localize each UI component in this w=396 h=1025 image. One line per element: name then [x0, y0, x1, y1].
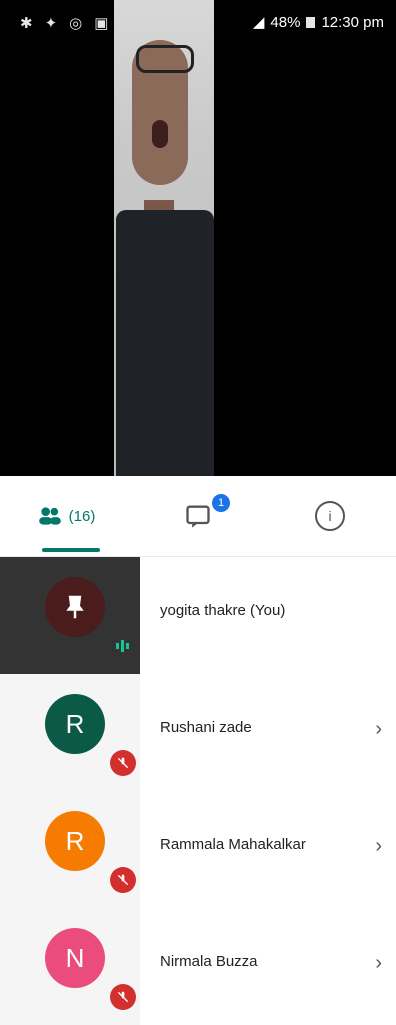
- chevron-right-icon[interactable]: ›: [375, 952, 382, 975]
- tab-people[interactable]: (16): [0, 476, 132, 556]
- avatar-area: [0, 557, 140, 674]
- avatar: N: [45, 928, 105, 988]
- list-item[interactable]: yogita thakre (You): [0, 557, 396, 674]
- pin-icon: [66, 595, 84, 619]
- chevron-right-icon[interactable]: ›: [375, 835, 382, 858]
- battery-percent: 48%: [270, 13, 301, 31]
- list-item[interactable]: R Rammala Mahakalkar ›: [0, 791, 396, 908]
- participants-list: yogita thakre (You) R Rushani zade › R R…: [0, 557, 396, 1025]
- avatar: R: [45, 694, 105, 754]
- tab-chat[interactable]: 1: [132, 476, 264, 556]
- video-feed-area: ✱ ✦ ◎ ▣ ◢ 48% 12:30 pm: [0, 0, 396, 476]
- message-icon: ▣: [94, 15, 109, 32]
- avatar-initial: R: [65, 825, 85, 856]
- battery-icon: [306, 16, 316, 28]
- avatar-area: R: [0, 791, 140, 908]
- people-icon: [37, 503, 63, 529]
- avatar-area: R: [0, 674, 140, 791]
- participant-name: Nirmala Buzza: [160, 953, 258, 970]
- avatar-initial: N: [65, 942, 85, 973]
- status-icons-left: ✱ ✦ ◎ ▣: [20, 14, 108, 32]
- chevron-right-icon[interactable]: ›: [375, 718, 382, 741]
- participant-name: yogita thakre (You): [160, 602, 286, 619]
- mic-off-icon: [110, 750, 136, 776]
- list-item[interactable]: R Rushani zade ›: [0, 674, 396, 791]
- participant-name: Rammala Mahakalkar: [160, 836, 306, 853]
- avatar: R: [45, 811, 105, 871]
- list-item[interactable]: N Nirmala Buzza ›: [0, 908, 396, 1025]
- video-person-glasses: [136, 45, 194, 73]
- people-count: (16): [68, 507, 96, 525]
- chat-icon: [184, 502, 212, 530]
- avatar-area: N: [0, 908, 140, 1025]
- avatar: [45, 577, 105, 637]
- tab-bar: (16) 1 i: [0, 476, 396, 557]
- location-icon: ✦: [44, 15, 58, 32]
- speaking-indicator-icon: [110, 633, 136, 659]
- mic-off-icon: [110, 867, 136, 893]
- status-icons-right: ◢ 48% 12:30 pm: [252, 13, 384, 32]
- video-person-mouth: [152, 120, 168, 148]
- participant-name: Rushani zade: [160, 719, 252, 736]
- video-person-body: [116, 210, 214, 476]
- clock: 12:30 pm: [321, 13, 384, 31]
- mic-off-icon: [110, 984, 136, 1010]
- status-bar: ✱ ✦ ◎ ▣ ◢ 48% 12:30 pm: [0, 0, 396, 40]
- avatar-initial: R: [65, 708, 85, 739]
- tab-info[interactable]: i: [264, 476, 396, 556]
- participant-video: [114, 0, 214, 476]
- notification-icon: ✱: [20, 15, 33, 32]
- whatsapp-icon: ◎: [69, 15, 83, 32]
- signal-icon: ◢: [252, 14, 265, 31]
- info-icon: i: [315, 501, 345, 531]
- active-tab-indicator: [42, 548, 100, 552]
- chat-unread-badge: 1: [212, 494, 230, 512]
